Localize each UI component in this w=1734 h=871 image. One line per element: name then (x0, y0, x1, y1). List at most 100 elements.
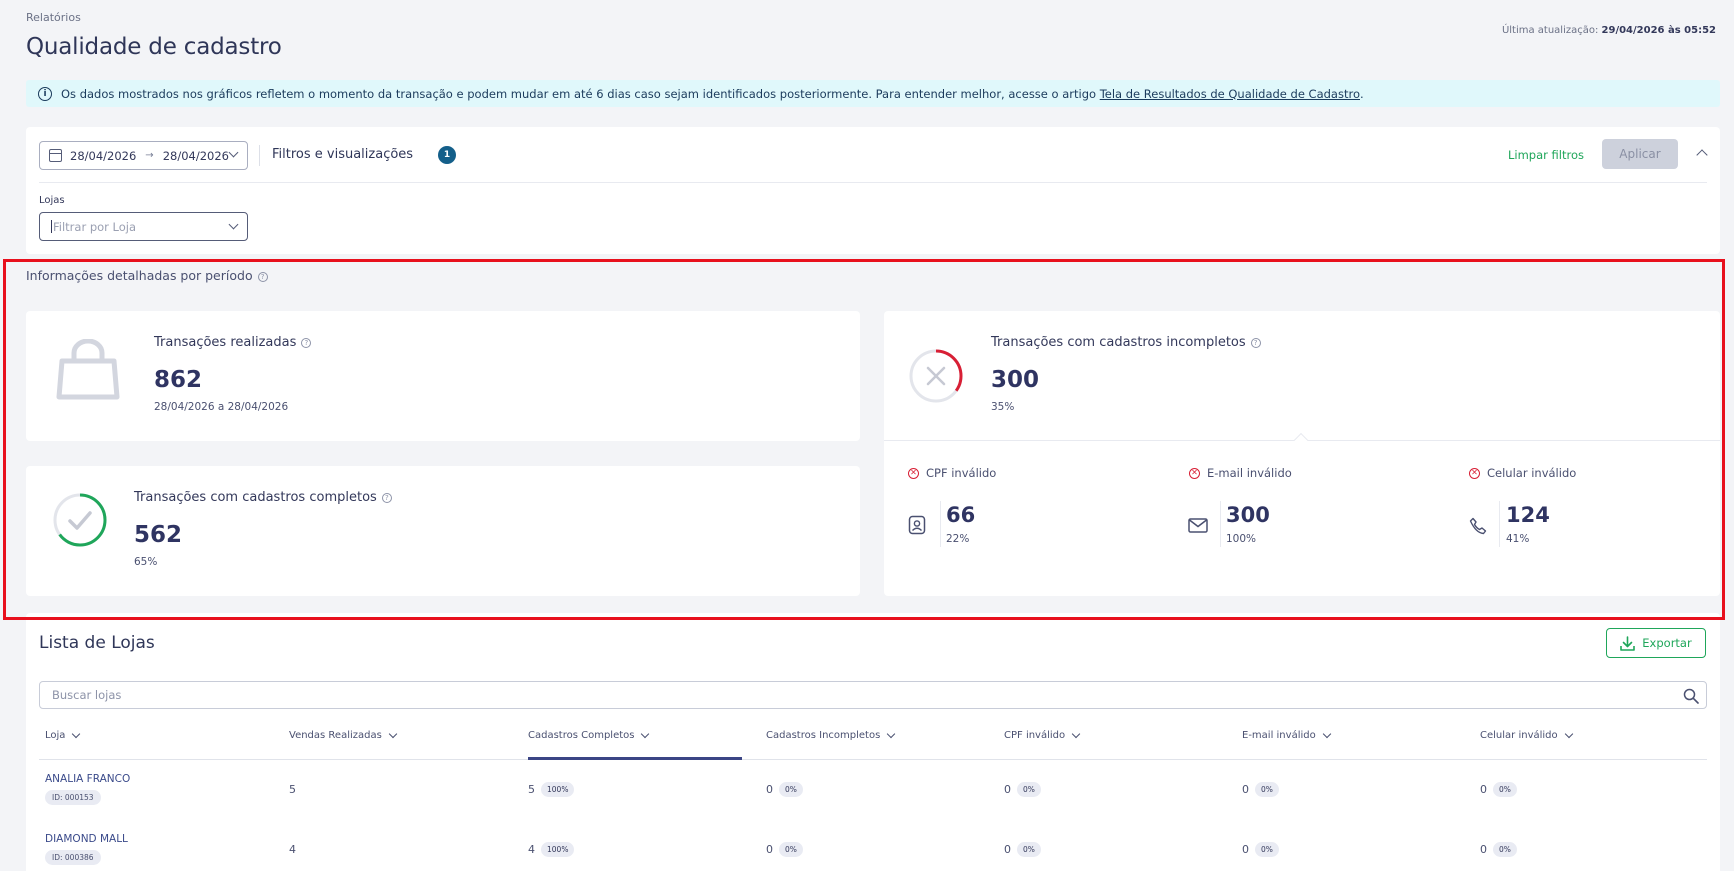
cell-incomplete: 0 0% (766, 782, 803, 797)
column-header-sales[interactable]: Vendas Realizadas (289, 729, 398, 741)
clear-filters-button[interactable]: Limpar filtros (1508, 148, 1584, 162)
store-search-placeholder: Buscar lojas (52, 688, 122, 702)
cell-value: 0 (1242, 843, 1249, 856)
stores-list-title: Lista de Lojas (39, 633, 155, 653)
column-header-label: Cadastros Completos (528, 730, 635, 741)
page-title: Qualidade de cadastro (26, 34, 282, 60)
cell-phone: 0 0% (1480, 782, 1517, 797)
chevron-down-icon (1564, 729, 1573, 738)
chevron-up-icon[interactable] (1696, 149, 1708, 161)
chevron-down-icon (641, 729, 650, 738)
cell-sales: 4 (289, 843, 296, 856)
chevron-down-icon (887, 729, 896, 738)
percent-badge: 0% (1017, 782, 1041, 797)
banner-text: Os dados mostrados nos gráficos refletem… (61, 86, 1097, 101)
store-id-badge: ID: 000153 (45, 790, 101, 805)
cell-incomplete: 0 0% (766, 842, 803, 857)
chevron-down-icon (72, 729, 81, 738)
cell-email: 0 0% (1242, 842, 1279, 857)
export-label: Exportar (1642, 636, 1692, 650)
column-header-label: Cadastros Incompletos (766, 730, 881, 741)
text-cursor (51, 220, 52, 233)
cell-email: 0 0% (1242, 782, 1279, 797)
info-banner: i Os dados mostrados nos gráficos reflet… (26, 80, 1720, 107)
percent-badge: 0% (1255, 782, 1279, 797)
store-name[interactable]: ANALIA FRANCO (45, 773, 130, 785)
banner-suffix: . (1360, 86, 1364, 101)
cell-value: 0 (1480, 783, 1487, 796)
info-icon: i (38, 86, 52, 101)
cell-cpf: 0 0% (1004, 842, 1041, 857)
column-header-label: Vendas Realizadas (289, 730, 382, 741)
store-name[interactable]: DIAMOND MALL (45, 833, 128, 845)
apply-button[interactable]: Aplicar (1602, 139, 1678, 169)
column-header-incomplete[interactable]: Cadastros Incompletos (766, 729, 896, 741)
percent-badge: 0% (1493, 782, 1517, 797)
stores-filter-label: Lojas (39, 195, 65, 206)
store-id-badge: ID: 000386 (45, 850, 101, 865)
filters-count-badge: 1 (438, 146, 456, 164)
download-icon (1620, 635, 1636, 651)
table-header-divider (39, 759, 1707, 760)
last-update: Última atualização: 29/04/2026 às 05:52 (1502, 25, 1716, 36)
arrow-right-icon: → (145, 150, 154, 161)
chevron-down-icon (228, 147, 239, 158)
column-header-phone[interactable]: Celular inválido (1480, 729, 1573, 741)
cell-value: 0 (766, 843, 773, 856)
percent-badge: 100% (541, 842, 575, 857)
cell-value: 0 (1242, 783, 1249, 796)
last-update-label: Última atualização: (1501, 25, 1599, 36)
cell-value: 4 (528, 843, 535, 856)
chevron-down-icon (1322, 729, 1331, 738)
stores-filter-placeholder: Filtrar por Loja (53, 219, 137, 234)
percent-badge: 0% (1255, 842, 1279, 857)
highlight-box (3, 259, 1725, 620)
search-icon[interactable] (1683, 688, 1699, 704)
divider (39, 182, 1707, 183)
percent-badge: 100% (541, 782, 575, 797)
banner-article-link[interactable]: Tela de Resultados de Qualidade de Cadas… (1100, 87, 1360, 101)
column-header-cpf[interactable]: CPF inválido (1004, 729, 1081, 741)
column-header-label: E-mail inválido (1242, 730, 1316, 741)
stores-list-panel: Lista de Lojas Exportar Buscar lojas Loj… (26, 613, 1720, 871)
table-row[interactable]: DIAMOND MALL ID: 000386 (45, 833, 128, 865)
date-range-picker[interactable]: 28/04/2026 → 28/04/2026 (39, 141, 248, 170)
stores-filter-select[interactable]: Filtrar por Loja (39, 212, 248, 241)
cell-complete: 5 100% (528, 782, 575, 797)
cell-value: 0 (1480, 843, 1487, 856)
cell-phone: 0 0% (1480, 842, 1517, 857)
column-header-label: CPF inválido (1004, 730, 1066, 741)
breadcrumb[interactable]: Relatórios (26, 11, 81, 24)
cell-value: 4 (289, 843, 296, 856)
cell-value: 0 (1004, 783, 1011, 796)
cell-value: 5 (289, 783, 296, 796)
column-header-label: Loja (45, 730, 66, 741)
active-sort-indicator (528, 757, 742, 760)
chevron-down-icon (228, 219, 239, 230)
table-row[interactable]: ANALIA FRANCO ID: 000153 (45, 773, 130, 805)
cell-value: 0 (766, 783, 773, 796)
calendar-icon (49, 149, 62, 162)
store-search-input[interactable]: Buscar lojas (39, 681, 1707, 709)
column-header-store[interactable]: Loja (45, 729, 81, 741)
divider (259, 145, 260, 166)
filters-title[interactable]: Filtros e visualizações (272, 147, 413, 162)
column-header-label: Celular inválido (1480, 730, 1558, 741)
column-header-email[interactable]: E-mail inválido (1242, 729, 1331, 741)
chevron-down-icon (1071, 729, 1081, 738)
filter-panel: 28/04/2026 → 28/04/2026 Filtros e visual… (26, 127, 1720, 254)
percent-badge: 0% (1017, 842, 1041, 857)
cell-value: 5 (528, 783, 535, 796)
last-update-value: 29/04/2026 às 05:52 (1601, 25, 1716, 36)
export-button[interactable]: Exportar (1606, 628, 1706, 658)
date-to: 28/04/2026 (162, 148, 229, 163)
cell-cpf: 0 0% (1004, 782, 1041, 797)
cell-complete: 4 100% (528, 842, 575, 857)
date-from: 28/04/2026 (70, 148, 137, 163)
chevron-down-icon (388, 729, 398, 738)
percent-badge: 0% (779, 842, 803, 857)
percent-badge: 0% (779, 782, 803, 797)
percent-badge: 0% (1493, 842, 1517, 857)
cell-sales: 5 (289, 783, 296, 796)
column-header-complete[interactable]: Cadastros Completos (528, 729, 650, 741)
